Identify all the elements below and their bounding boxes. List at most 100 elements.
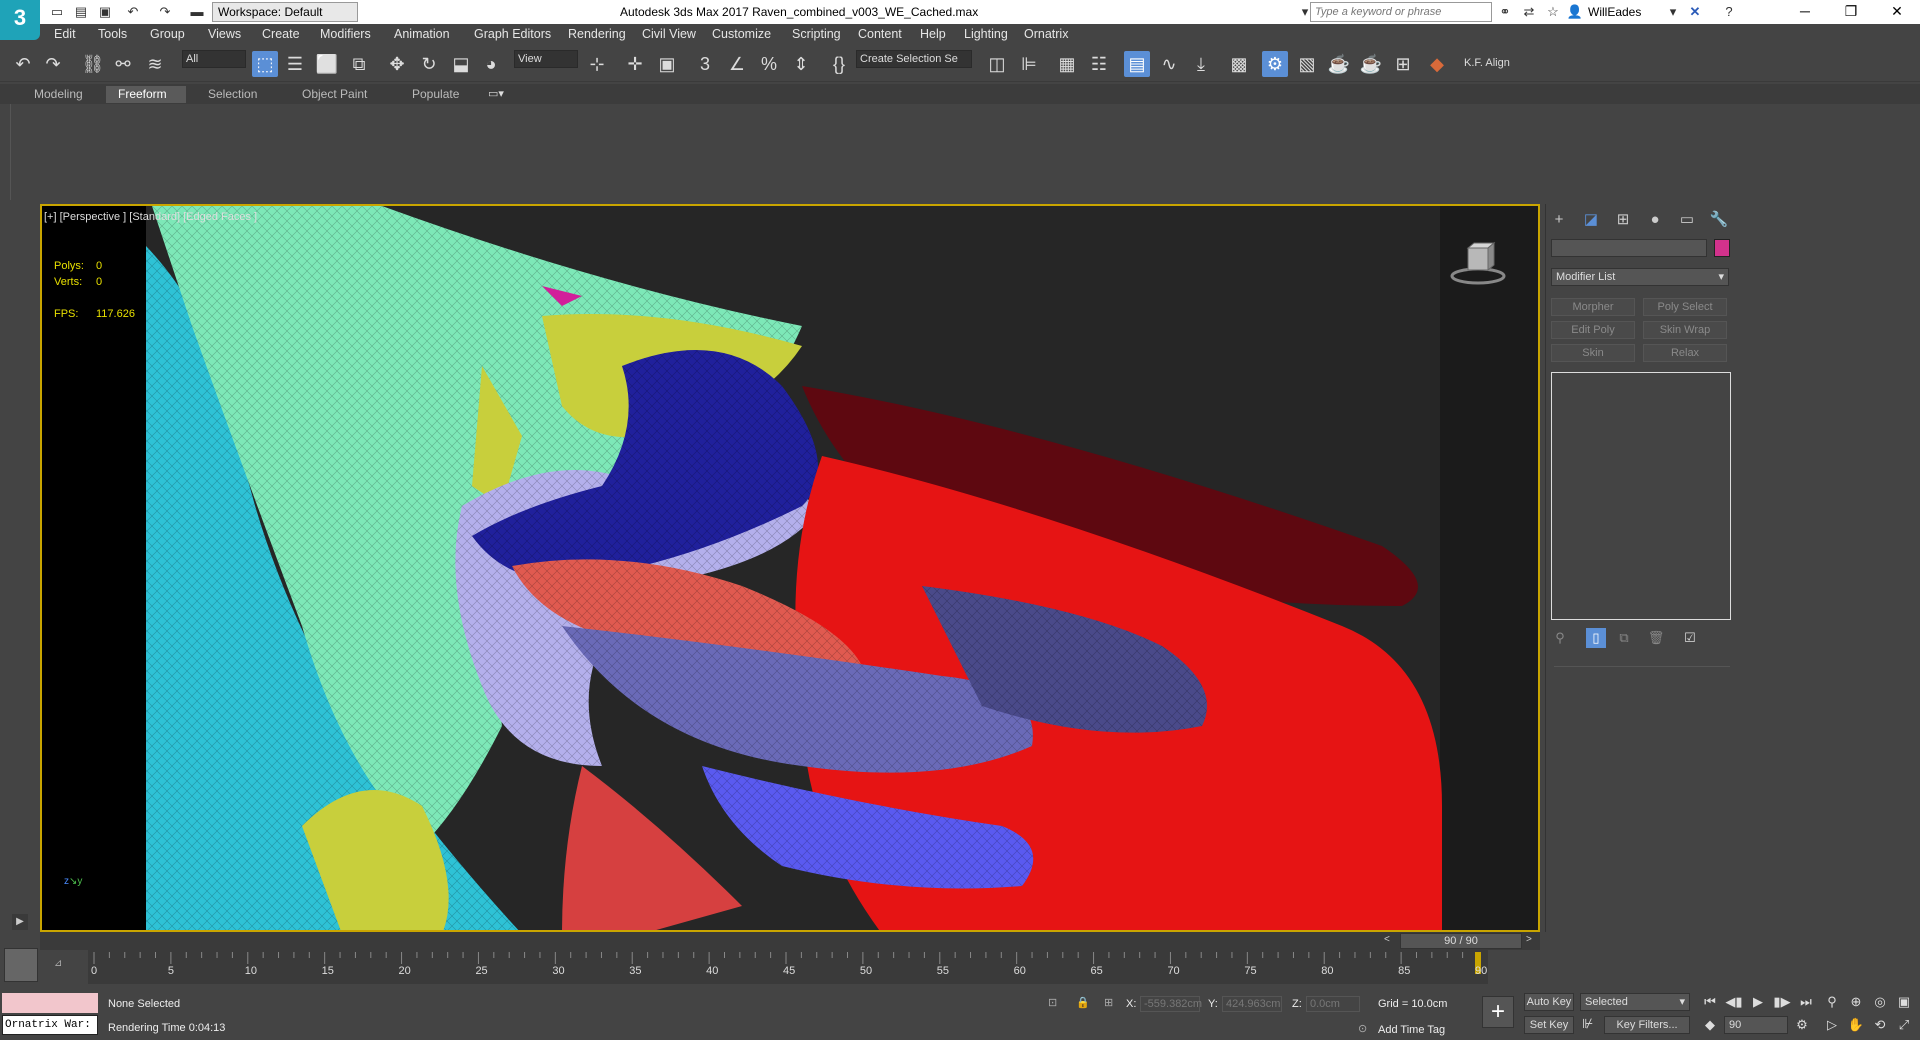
scene-explorer-icon[interactable]: ▦ — [1054, 51, 1080, 77]
menu-modifiers[interactable]: Modifiers — [320, 27, 371, 41]
user-name[interactable]: WillEades — [1588, 5, 1641, 19]
modifier-list-dropdown[interactable]: Modifier List ▾ — [1551, 268, 1729, 286]
skin-wrap-button[interactable]: Skin Wrap — [1643, 321, 1727, 339]
rotate-icon[interactable]: ↻ — [416, 51, 442, 77]
maximize-button[interactable]: ❐ — [1828, 0, 1874, 24]
goto-start-icon[interactable]: ⏮ — [1700, 993, 1720, 1011]
unlink-icon[interactable]: ⚯ — [110, 51, 136, 77]
mirror-icon[interactable]: ◫ — [984, 51, 1010, 77]
move-icon[interactable]: ✥ — [384, 51, 410, 77]
snaps-toggle-icon[interactable]: 3 — [692, 51, 718, 77]
undo-icon[interactable]: ↶ — [124, 3, 142, 21]
modifier-stack[interactable] — [1551, 372, 1731, 620]
current-frame-spinner[interactable]: 90 — [1724, 1016, 1788, 1034]
named-selection-dropdown[interactable]: Create Selection Se — [856, 50, 972, 68]
zoom-icon[interactable]: ⚲ — [1822, 993, 1842, 1011]
new-file-icon[interactable]: ▭ — [48, 3, 66, 21]
set-key-button[interactable]: Set Key — [1524, 1016, 1574, 1034]
scale-icon[interactable]: ⬓ — [448, 51, 474, 77]
lock-selection-icon[interactable]: 🔒 — [1076, 996, 1090, 1009]
remove-modifier-icon[interactable]: 🗑 — [1646, 628, 1666, 648]
rect-selection-icon[interactable]: ⬜ — [314, 51, 340, 77]
ribbon-options-icon[interactable]: ▭▾ — [488, 87, 504, 100]
link-icon[interactable]: ⛓ — [80, 51, 106, 77]
relax-button[interactable]: Relax — [1643, 344, 1727, 362]
render-grid-icon[interactable]: ⊞ — [1390, 51, 1416, 77]
keyboard-shortcut-icon[interactable]: ▣ — [654, 51, 680, 77]
menu-edit[interactable]: Edit — [54, 27, 76, 41]
z-coord-field[interactable]: 0.0cm — [1306, 996, 1360, 1012]
app-logo[interactable]: 3 — [0, 0, 40, 40]
key-filters-button[interactable]: Key Filters... — [1604, 1016, 1690, 1034]
menu-civil-view[interactable]: Civil View — [642, 27, 696, 41]
next-frame-arrow-icon[interactable]: > — [1526, 934, 1532, 945]
next-frame-icon[interactable]: ▮▶ — [1772, 993, 1792, 1011]
menu-graph-editors[interactable]: Graph Editors — [474, 27, 551, 41]
kf-align-button[interactable]: K.F. Align — [1464, 57, 1510, 69]
time-slider[interactable] — [40, 932, 1540, 950]
select-by-name-icon[interactable]: ☰ — [282, 51, 308, 77]
exchange-icon[interactable]: ✕ — [1686, 3, 1704, 21]
menu-content[interactable]: Content — [858, 27, 902, 41]
time-slider-thumb[interactable]: 90 / 90 — [1400, 933, 1522, 949]
auto-key-button[interactable]: Auto Key — [1524, 993, 1574, 1011]
prev-frame-arrow-icon[interactable]: < — [1384, 934, 1390, 945]
y-coord-field[interactable]: 424.963cm — [1222, 996, 1282, 1012]
menu-rendering[interactable]: Rendering — [568, 27, 626, 41]
play-icon[interactable]: ▶ — [1748, 993, 1768, 1011]
time-tag-icon[interactable]: ⊙ — [1358, 1022, 1367, 1035]
selection-filter-dropdown[interactable]: All — [182, 50, 246, 68]
object-name-field[interactable] — [1551, 239, 1707, 257]
spinner-snap-icon[interactable]: ⇕ — [788, 51, 814, 77]
reference-coord-dropdown[interactable]: View — [514, 50, 578, 68]
a360-render-icon[interactable]: ◆ — [1424, 51, 1450, 77]
select-object-icon[interactable]: ⬚ — [252, 51, 278, 77]
key-mode-icon[interactable]: ⊮ — [1582, 1016, 1593, 1032]
minimize-button[interactable]: ─ — [1782, 0, 1828, 24]
menu-customize[interactable]: Customize — [712, 27, 771, 41]
tab-modeling[interactable]: Modeling — [22, 86, 95, 103]
prev-frame-icon[interactable]: ◀▮ — [1724, 993, 1744, 1011]
display-tab-icon[interactable]: ▭ — [1674, 209, 1700, 231]
schematic-view-icon[interactable]: ⤓ — [1188, 51, 1214, 77]
mini-curve-editor-icon[interactable] — [4, 948, 38, 982]
tab-object-paint[interactable]: Object Paint — [290, 86, 379, 103]
track-bar-toggle-icon[interactable]: ⊿ — [54, 958, 62, 969]
tab-populate[interactable]: Populate — [400, 86, 471, 103]
favorites-star-icon[interactable]: ☆ — [1544, 3, 1562, 21]
motion-tab-icon[interactable]: ● — [1642, 209, 1668, 231]
perspective-viewport[interactable] — [40, 204, 1540, 932]
viewport-layout-icon[interactable]: ▶ — [12, 914, 28, 930]
create-tab-icon[interactable]: + — [1546, 209, 1572, 231]
edit-poly-button[interactable]: Edit Poly — [1551, 321, 1635, 339]
isolate-selection-icon[interactable]: ⊡ — [1048, 996, 1057, 1009]
menu-animation[interactable]: Animation — [394, 27, 450, 41]
pivot-center-icon[interactable]: ⊹ — [584, 51, 610, 77]
placement-icon[interactable]: ◕ — [478, 51, 504, 77]
maxscript-listener-input[interactable] — [2, 993, 98, 1013]
viewcube-icon[interactable] — [1448, 238, 1508, 288]
field-of-view-icon[interactable]: ▷ — [1822, 1016, 1842, 1034]
workspace-dropdown[interactable]: Workspace: Default — [212, 2, 358, 22]
close-button[interactable]: ✕ — [1874, 0, 1920, 24]
show-end-result-icon[interactable]: ▯ — [1586, 628, 1606, 648]
save-file-icon[interactable]: ▣ — [96, 3, 114, 21]
time-config-icon[interactable]: ⚙ — [1792, 1016, 1812, 1034]
menu-lighting[interactable]: Lighting — [964, 27, 1008, 41]
tab-freeform[interactable]: Freeform — [106, 86, 186, 103]
zoom-all-icon[interactable]: ⊕ — [1846, 993, 1866, 1011]
bind-space-warp-icon[interactable]: ≋ — [142, 51, 168, 77]
maximize-viewport-icon[interactable]: ⤢ — [1894, 1016, 1914, 1034]
material-editor-icon[interactable]: ▩ — [1226, 51, 1252, 77]
redo-icon[interactable]: ↷ — [40, 51, 66, 77]
absolute-mode-icon[interactable]: ⊞ — [1104, 996, 1113, 1009]
key-mode-toggle-icon[interactable]: ◆ — [1700, 1016, 1720, 1034]
zoom-extents-icon[interactable]: ◎ — [1870, 993, 1890, 1011]
rendered-frame-window-icon[interactable]: ▧ — [1294, 51, 1320, 77]
curve-editor-icon[interactable]: ∿ — [1156, 51, 1182, 77]
tab-selection[interactable]: Selection — [196, 86, 269, 103]
render-setup-icon[interactable]: ⚙ — [1262, 51, 1288, 77]
percent-snap-icon[interactable]: % — [756, 51, 782, 77]
layer-explorer-icon[interactable]: ☷ — [1086, 51, 1112, 77]
select-manipulate-icon[interactable]: ✛ — [622, 51, 648, 77]
